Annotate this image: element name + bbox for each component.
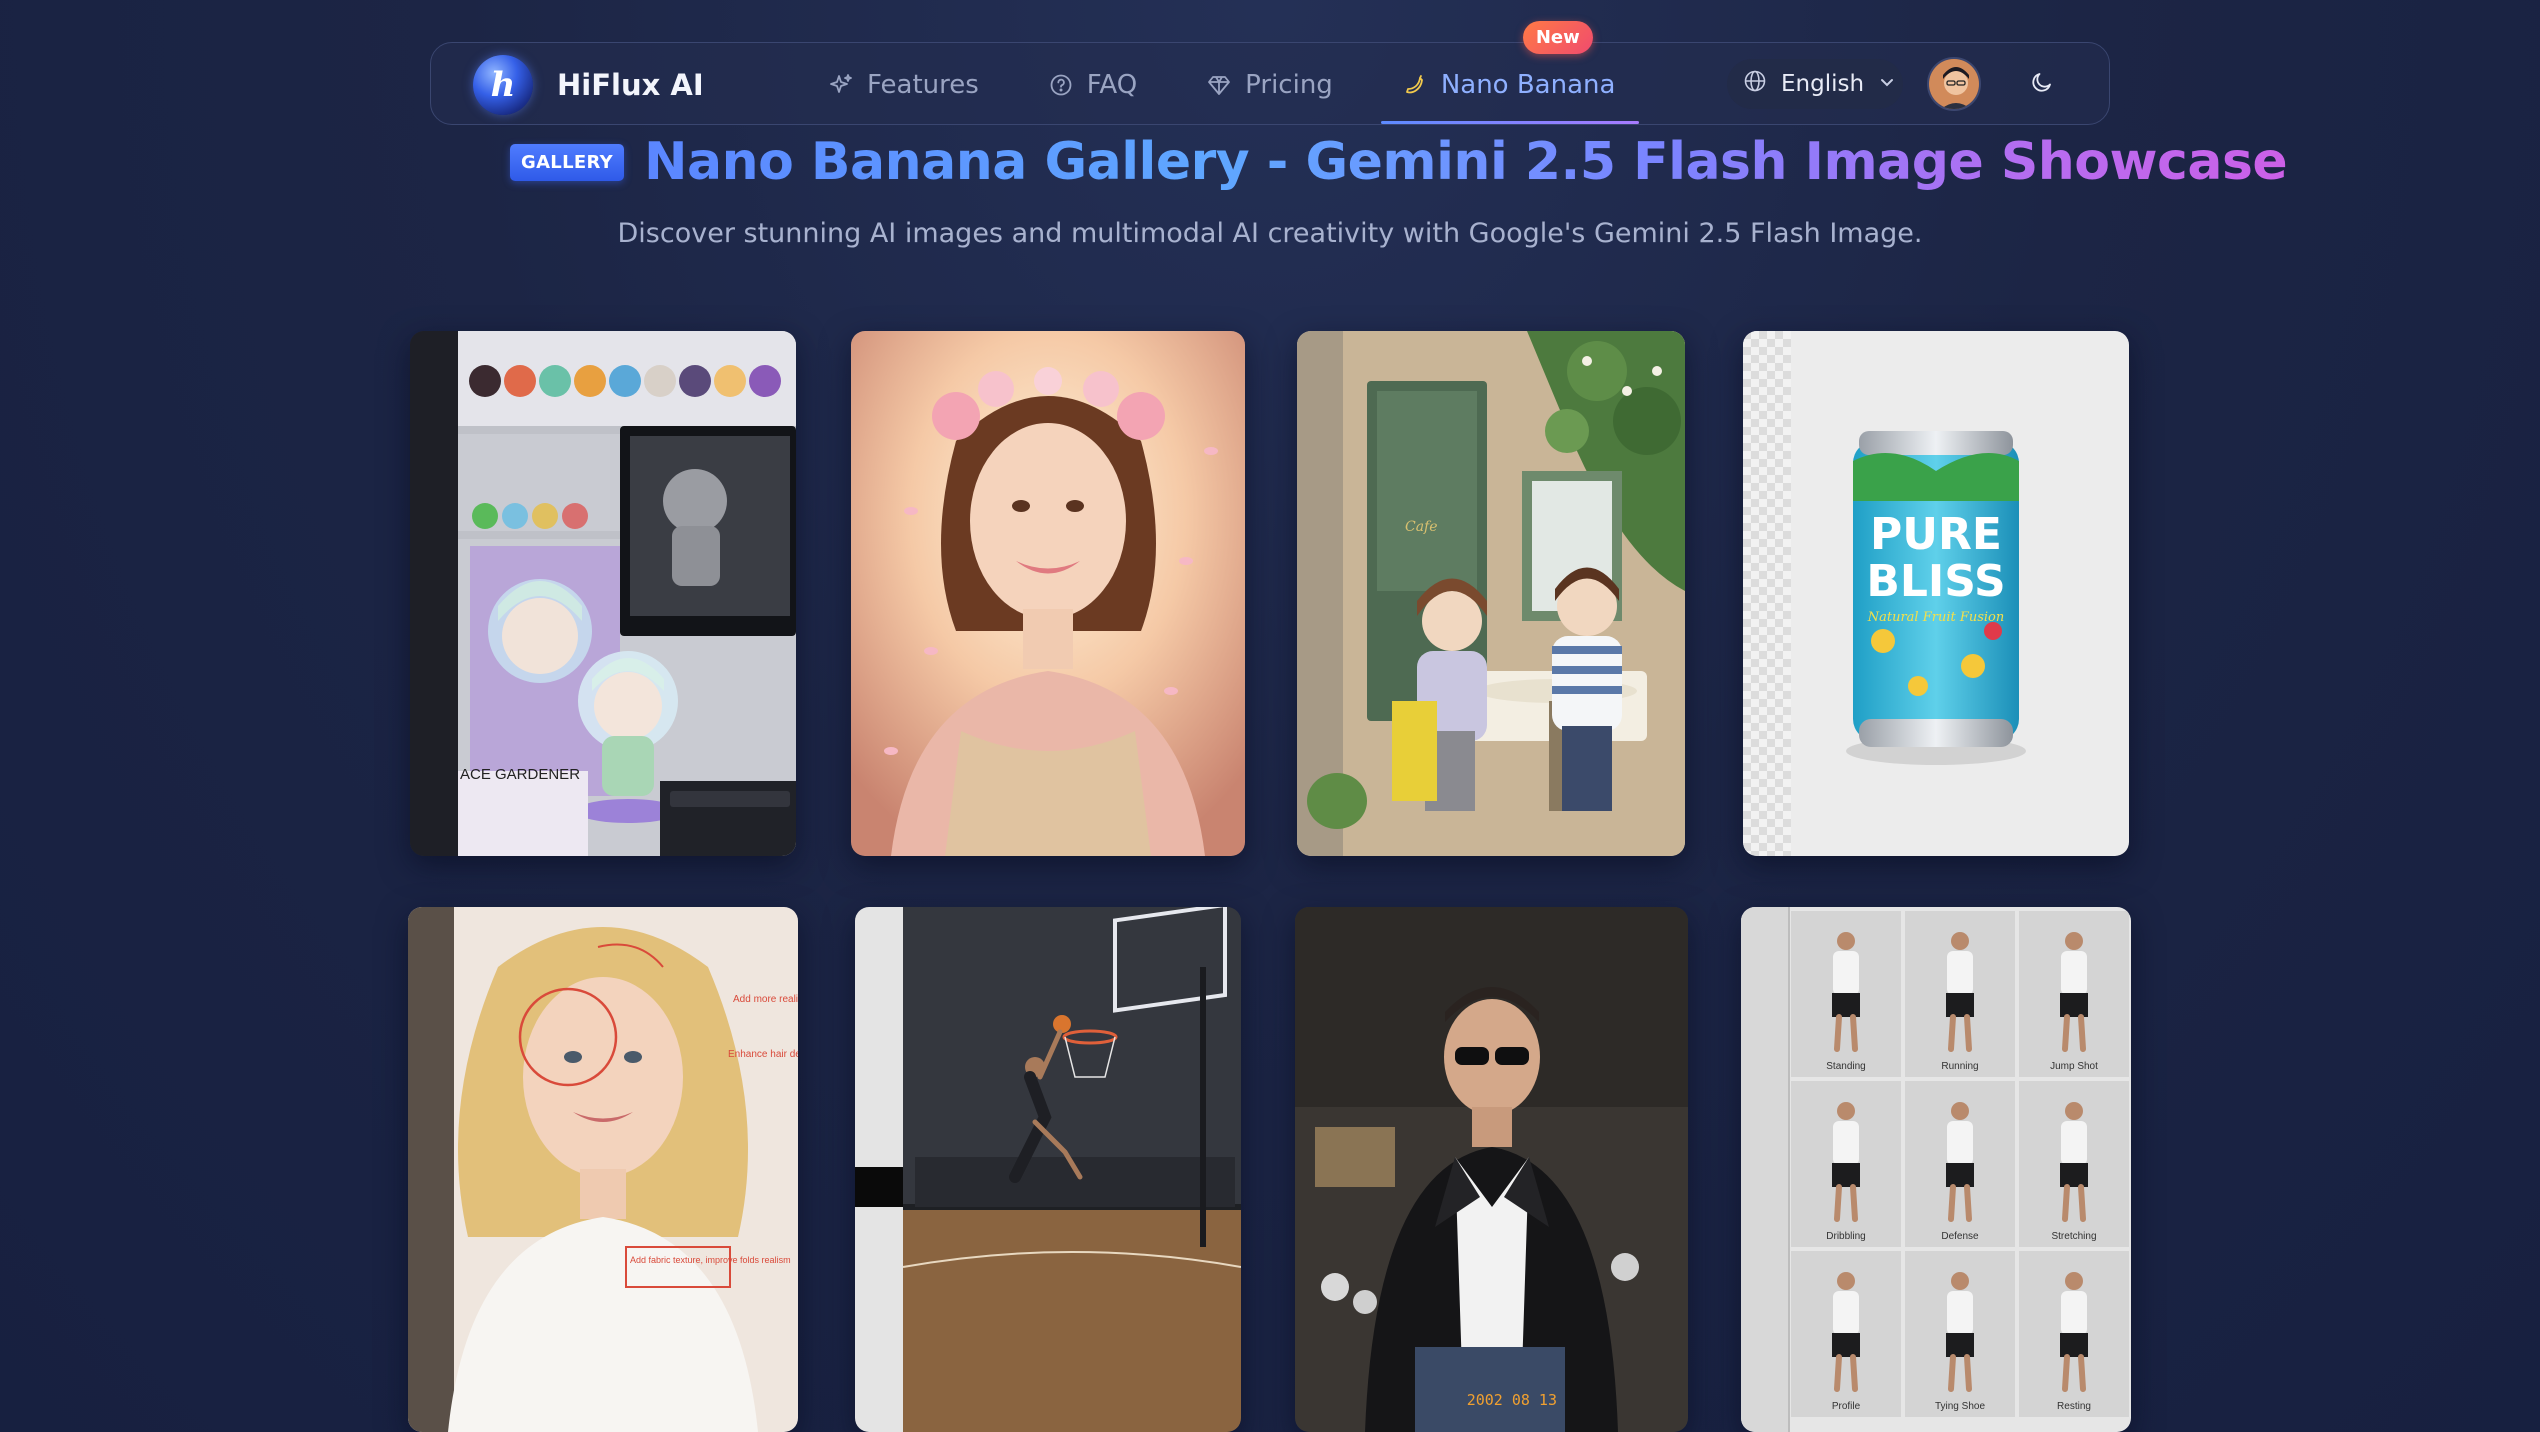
gallery-card-can-mockup[interactable]: PURE BLISS Natural Fruit Fusion [1743,331,2129,856]
leather-jacket-image: 2002 08 13 [1295,907,1688,1432]
nav-label-features: Features [867,69,979,100]
pose-cell: Stretching [2019,1081,2129,1247]
gallery-card-pose-grid[interactable]: Standing Running Jump Shot Dribbling Defense… [1741,907,2131,1432]
logo-icon: h [473,55,533,115]
gallery-card-cafe-illustration[interactable]: Cafe [1297,331,1685,856]
new-badge: New [1522,21,1593,54]
language-label: English [1781,71,1865,97]
nav-links: Features FAQ Pricing New Nano Banana [829,21,1685,126]
nav-label-faq: FAQ [1086,69,1138,100]
annotation-hair-strands: Add more realistic hair strands [733,994,798,1005]
avatar[interactable] [1927,57,1981,111]
nav-label-nano-banana: Nano Banana [1440,69,1616,100]
gallery-tag: GALLERY [510,143,624,181]
cafe-illustration-image: Cafe [1297,331,1685,856]
theme-toggle-button[interactable] [2025,67,2059,101]
pose-label: Dribbling [1826,1231,1865,1242]
can-text-pure: PURE [1870,509,2002,560]
pose-label: Profile [1832,1401,1861,1412]
gallery-card-basketball-dunk[interactable] [855,907,1241,1432]
pose-label: Stretching [2051,1231,2096,1242]
chevron-down-icon [1878,71,1896,97]
page-subtitle: Discover stunning AI images and multimod… [617,218,1923,249]
diamond-icon [1207,73,1231,97]
gallery-card-portrait-flowers[interactable] [851,331,1245,856]
figurine-box-text: ACE GARDENER [460,766,580,783]
portrait-flowers-image [851,331,1245,856]
nav-item-faq[interactable]: FAQ [1049,43,1137,126]
globe-icon [1743,69,1767,99]
sparkle-icon [829,73,853,97]
pose-cell: Profile [1791,1251,1901,1417]
annotation-hair-definition: Enhance hair definition [728,1049,798,1060]
can-text-tagline: Natural Fruit Fusion [1867,610,2005,625]
pose-cell: Defense [1905,1081,2015,1247]
nav-item-features[interactable]: Features [829,43,979,126]
pose-cell: Resting [2019,1251,2129,1417]
question-circle-icon [1049,73,1073,97]
nav-item-nano-banana[interactable]: New Nano Banana [1380,21,1640,126]
gallery-card-leather-jacket[interactable]: 2002 08 13 [1295,907,1688,1432]
pose-cell: Dribbling [1791,1081,1901,1247]
annotation-fabric: Add fabric texture, improve folds realis… [630,1255,791,1265]
pose-cell: Jump Shot [2019,911,2129,1077]
pose-cell: Running [1905,911,2015,1077]
cafe-sign-text: Cafe [1405,519,1438,535]
pose-label: Running [1941,1061,1978,1072]
language-selector[interactable]: English [1727,59,1903,109]
gallery-card-figurine[interactable]: ACE GARDENER [410,331,796,856]
page-header: GALLERY Nano Banana Gallery - Gemini 2.5… [510,132,2288,192]
pose-label: Tying Shoe [1935,1401,1985,1412]
pose-label: Jump Shot [2050,1061,2098,1072]
top-navbar: h HiFlux AI Features FAQ Pricing New Nan… [430,21,2110,126]
pose-label: Standing [1826,1061,1865,1072]
nav-item-pricing[interactable]: Pricing [1207,43,1333,126]
annotated-portrait-image: Add more realistic hair strands Enhance … [408,907,798,1432]
gallery-card-annotated-portrait[interactable]: Add more realistic hair strands Enhance … [408,907,798,1432]
pose-cell: Standing [1791,911,1901,1077]
figurine-image: ACE GARDENER [410,331,796,856]
pose-grid-image: Standing Running Jump Shot Dribbling Defense… [1741,907,2131,1432]
can-text-bliss: BLISS [1866,556,2005,607]
brand-name: HiFlux AI [557,68,704,102]
pose-label: Defense [1941,1231,1979,1242]
page-title: Nano Banana Gallery - Gemini 2.5 Flash I… [643,132,2288,192]
brand-link[interactable]: h HiFlux AI [473,55,704,115]
photo-timestamp: 2002 08 13 [1467,1391,1557,1409]
moon-icon [2030,70,2054,98]
pose-label: Resting [2057,1401,2091,1412]
can-mockup-image: PURE BLISS Natural Fruit Fusion [1743,331,2129,856]
basketball-dunk-image [855,907,1241,1432]
banana-icon [1403,73,1427,97]
nav-label-pricing: Pricing [1245,69,1333,100]
pose-cell: Tying Shoe [1905,1251,2015,1417]
